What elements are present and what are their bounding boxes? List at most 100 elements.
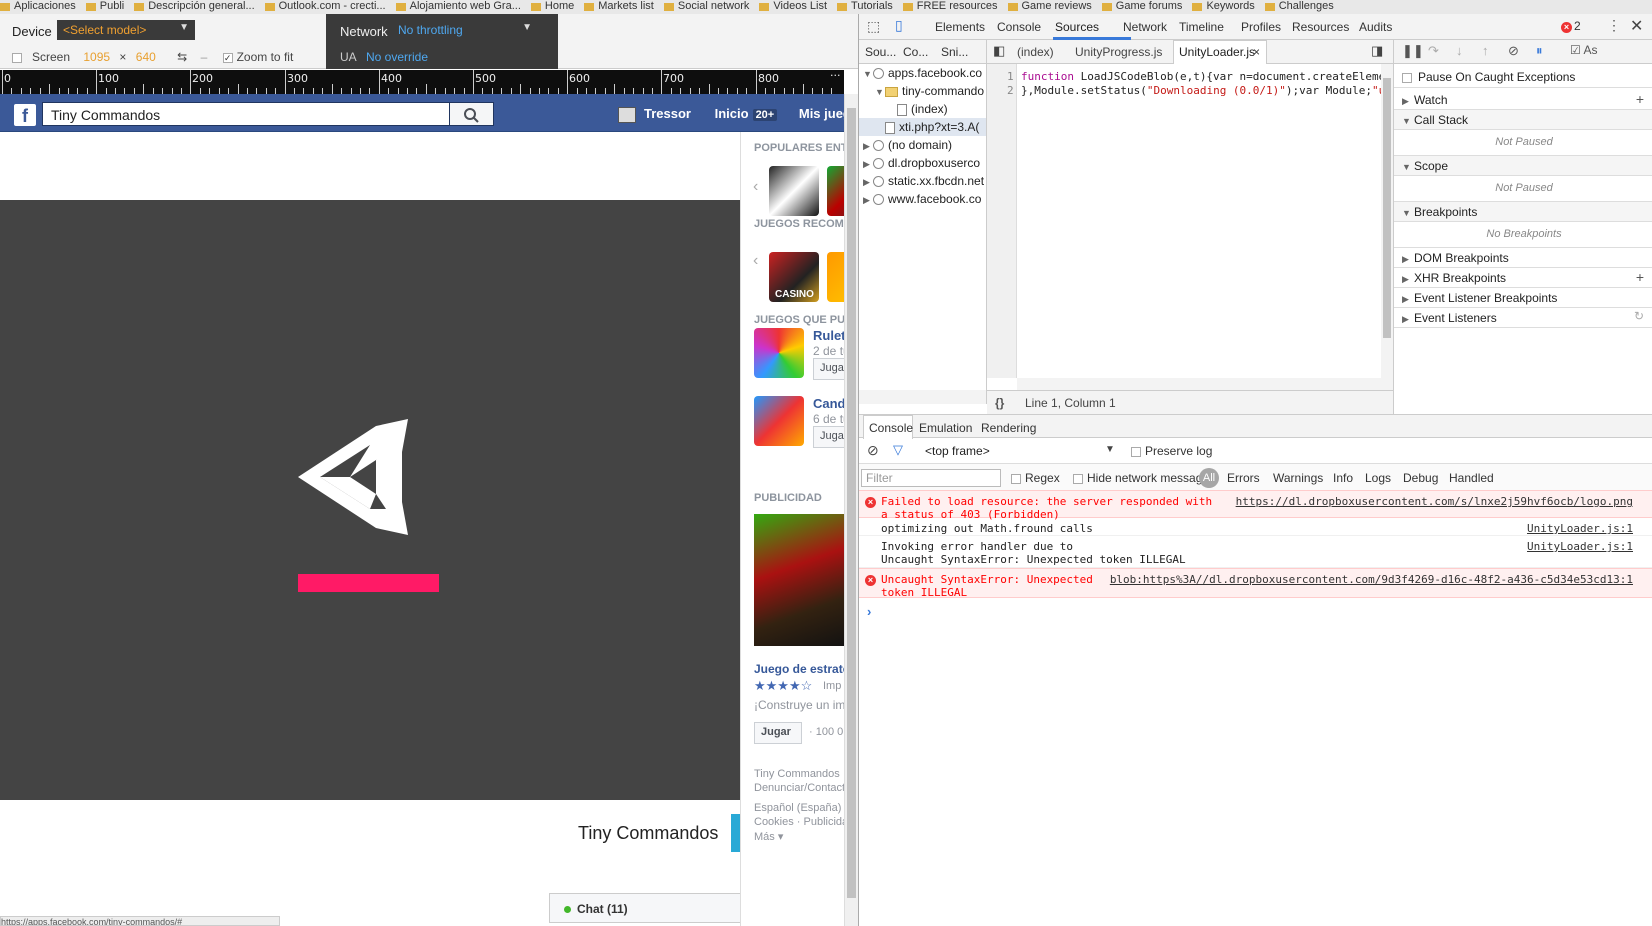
pause-icon[interactable]: ❚❚ bbox=[1402, 43, 1424, 59]
pause-on-exceptions-icon[interactable]: ⏸ bbox=[1536, 43, 1543, 59]
message-source-link[interactable]: https://dl.dropboxusercontent.com/s/lnxe… bbox=[1236, 495, 1633, 508]
game1-play-button[interactable]: Jugar bbox=[813, 358, 844, 380]
bookmark-item[interactable]: Markets list bbox=[584, 1, 654, 12]
dropdown-arrow-icon[interactable]: ▼ bbox=[1105, 444, 1115, 455]
game-canvas[interactable] bbox=[0, 200, 740, 800]
swap-dimensions-icon[interactable]: ⇆ bbox=[177, 50, 187, 64]
footer-report[interactable]: Denunciar/Contactar bbox=[754, 782, 844, 794]
tree-item-www[interactable]: ▶ www.facebook.co bbox=[863, 192, 981, 206]
page-scrollbar[interactable] bbox=[844, 94, 858, 926]
bookmark-item[interactable]: Social network bbox=[663, 1, 749, 12]
bookmark-item[interactable]: Home bbox=[530, 1, 574, 12]
devtools-tab-profiles[interactable]: Profiles bbox=[1241, 20, 1281, 34]
add-icon[interactable]: + bbox=[1636, 91, 1644, 107]
message-source-link[interactable]: UnityLoader.js:1 bbox=[1527, 522, 1633, 535]
regex-toggle[interactable]: Regex bbox=[1011, 471, 1060, 485]
console-error-message[interactable]: × Failed to load resource: the server res… bbox=[859, 490, 1652, 521]
scrollbar-thumb[interactable] bbox=[1383, 78, 1391, 338]
ad-play-button[interactable]: Jugar bbox=[754, 722, 802, 744]
ad-image[interactable] bbox=[754, 514, 844, 646]
refresh-icon[interactable]: ↻ bbox=[1634, 309, 1644, 323]
code-line-1[interactable]: function LoadJSCodeBlob(e,t){var n=docum… bbox=[1021, 70, 1391, 83]
search-input[interactable]: Tiny Commandos bbox=[42, 102, 450, 126]
footer-more[interactable]: Más ▾ bbox=[754, 830, 783, 843]
scrollbar-thumb[interactable] bbox=[847, 108, 856, 898]
bookmark-item[interactable]: Videos List bbox=[759, 1, 827, 12]
tree-item-xti[interactable]: xti.php?xt=3.A( bbox=[885, 120, 979, 134]
tree-horizontal-scrollbar[interactable] bbox=[859, 390, 987, 404]
event-listeners-section[interactable]: ▶ Event Listeners ↻ bbox=[1394, 308, 1652, 328]
drawer-tab-rendering[interactable]: Rendering bbox=[981, 421, 1036, 435]
preserve-log-checkbox[interactable] bbox=[1131, 446, 1141, 457]
tree-item-dropbox[interactable]: ▶ dl.dropboxuserco bbox=[863, 156, 980, 170]
game-thumb-popular[interactable] bbox=[827, 166, 844, 216]
devtools-tab-sources[interactable]: Sources bbox=[1055, 20, 1099, 34]
message-source-link[interactable]: UnityLoader.js:1 bbox=[1527, 540, 1633, 553]
tree-item-index[interactable]: (index) bbox=[897, 102, 948, 116]
tree-item-tiny-commandos[interactable]: ▼ tiny-commando bbox=[875, 84, 984, 98]
navigator-tab[interactable]: Co... bbox=[903, 45, 928, 59]
console-log-message[interactable]: Invoking error handler due to Uncaught S… bbox=[859, 536, 1652, 568]
ad-title-link[interactable]: Juego de estrategia bbox=[754, 662, 844, 676]
more-menu-icon[interactable]: ⋮ bbox=[1607, 17, 1621, 34]
level-warnings[interactable]: Warnings bbox=[1273, 471, 1323, 485]
step-over-icon[interactable]: ↷ bbox=[1428, 43, 1439, 59]
dom-breakpoints-section[interactable]: ▶ DOM Breakpoints bbox=[1394, 248, 1652, 268]
hide-network-toggle[interactable]: Hide network messages bbox=[1073, 471, 1215, 485]
console-log-message[interactable]: optimizing out Math.fround calls UnityLoa… bbox=[859, 518, 1652, 536]
level-info[interactable]: Info bbox=[1333, 471, 1353, 485]
game-thumb-roulette[interactable] bbox=[754, 328, 804, 378]
step-out-icon[interactable]: ↑ bbox=[1482, 43, 1489, 58]
screen-width-input[interactable]: 1095 bbox=[83, 50, 110, 64]
nav-game-link[interactable]: Tressor bbox=[644, 106, 691, 121]
ua-override-input[interactable]: No override bbox=[366, 50, 428, 64]
console-prompt[interactable]: › bbox=[867, 604, 871, 619]
nav-home-link[interactable]: Inicio bbox=[715, 106, 749, 121]
close-tab-icon[interactable]: × bbox=[1253, 45, 1260, 59]
console-filter-input[interactable]: Filter bbox=[861, 469, 1001, 487]
screen-height-input[interactable]: 640 bbox=[136, 50, 156, 64]
bookmark-item[interactable]: Descripción general... bbox=[134, 1, 255, 12]
facebook-logo[interactable]: f bbox=[14, 104, 36, 126]
devtools-tab-elements[interactable]: Elements bbox=[935, 20, 985, 34]
footer-language[interactable]: Español (España) bbox=[754, 802, 841, 814]
pretty-print-icon[interactable]: {} bbox=[995, 396, 1004, 410]
clear-console-icon[interactable]: ⊘ bbox=[867, 442, 879, 459]
footer-cookies[interactable]: Cookies · Publicidad bbox=[754, 816, 844, 828]
code-line-2[interactable]: },Module.setStatus("Downloading (0.0/1)"… bbox=[1021, 84, 1391, 97]
level-all[interactable]: All bbox=[1199, 468, 1219, 488]
deactivate-breakpoints-icon[interactable]: ⊘ bbox=[1508, 43, 1519, 59]
event-listener-breakpoints-section[interactable]: ▶ Event Listener Breakpoints bbox=[1394, 288, 1652, 308]
game-thumb-casino[interactable]: CASINO bbox=[769, 252, 819, 302]
devtools-tab-resources[interactable]: Resources bbox=[1292, 20, 1349, 34]
network-throttle-select[interactable]: No throttling ▼ bbox=[392, 20, 538, 40]
editor-vertical-scrollbar[interactable] bbox=[1381, 64, 1393, 378]
navigator-tab[interactable]: Sni... bbox=[941, 45, 968, 59]
bookmark-item[interactable]: FREE resources bbox=[902, 1, 998, 12]
bookmark-item[interactable]: Keywords bbox=[1192, 1, 1255, 12]
async-checkbox[interactable]: ☑ As bbox=[1570, 43, 1597, 57]
inspect-element-icon[interactable]: ⬚ bbox=[867, 18, 880, 35]
drawer-tab-console[interactable]: Console bbox=[869, 421, 913, 435]
breakpoints-section[interactable]: ▼ Breakpoints bbox=[1394, 202, 1652, 222]
editor-horizontal-scrollbar[interactable] bbox=[1017, 378, 1393, 390]
regex-checkbox[interactable] bbox=[1011, 473, 1021, 484]
bookmark-item[interactable]: Game forums bbox=[1101, 1, 1182, 12]
game-thumb-chess[interactable] bbox=[769, 166, 819, 216]
prev-arrow-icon[interactable]: ‹ bbox=[753, 178, 758, 196]
level-handled[interactable]: Handled bbox=[1449, 471, 1494, 485]
bookmark-item[interactable]: Outlook.com - crecti... bbox=[264, 1, 386, 12]
tree-item-no-domain[interactable]: ▶ (no domain) bbox=[863, 138, 952, 152]
preserve-log[interactable]: Preserve log bbox=[1131, 444, 1212, 458]
search-button[interactable] bbox=[450, 102, 494, 126]
game2-link[interactable]: Candy bbox=[813, 396, 844, 411]
devtools-tab-audits[interactable]: Audits bbox=[1359, 20, 1392, 34]
bookmark-item[interactable]: Challenges bbox=[1264, 1, 1334, 12]
navigator-tab[interactable]: Sou... bbox=[865, 45, 896, 59]
toggle-debugger-icon[interactable]: ◨ bbox=[1371, 43, 1383, 59]
close-icon[interactable]: ✕ bbox=[1630, 16, 1643, 36]
pause-on-caught-row[interactable]: Pause On Caught Exceptions bbox=[1394, 66, 1652, 88]
add-icon[interactable]: + bbox=[1636, 269, 1644, 285]
bookmark-item[interactable]: Aplicaciones bbox=[0, 1, 76, 12]
scope-section[interactable]: ▼ Scope bbox=[1394, 156, 1652, 176]
